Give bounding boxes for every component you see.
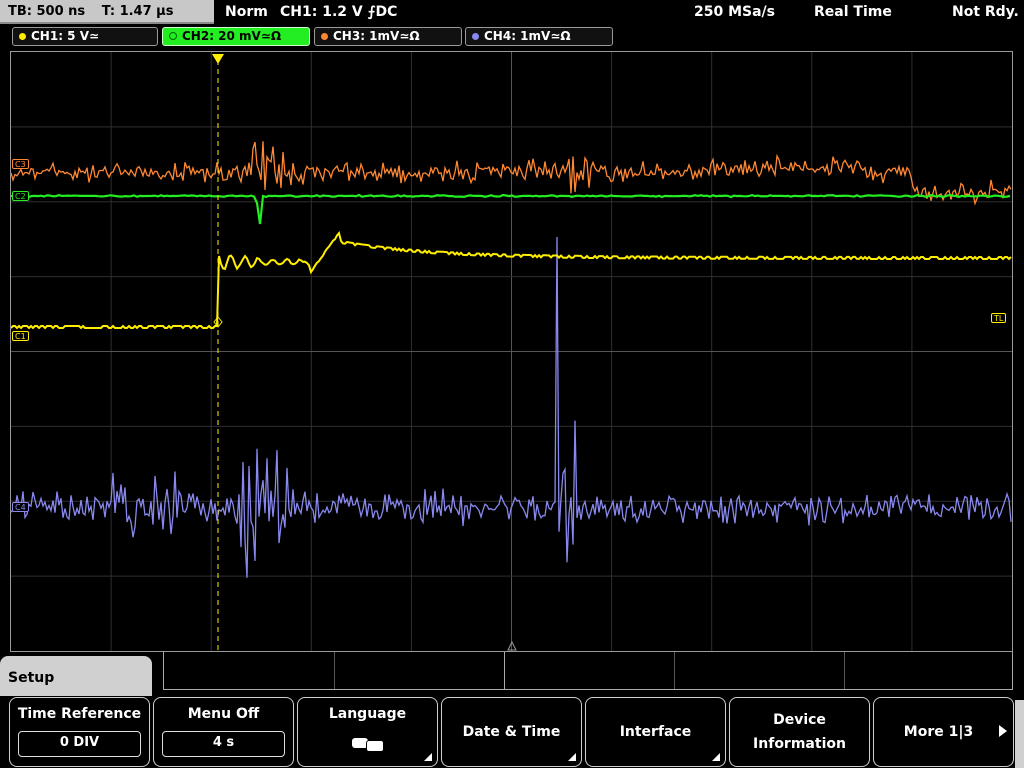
ch4-marker[interactable]: C4 (12, 502, 29, 512)
waveform-svg (11, 52, 1012, 651)
timebase-box[interactable]: TB: 500 ns T: 1.47 µs (0, 0, 214, 24)
grid (11, 52, 1012, 651)
channel-label: CH1: 5 V≃ (31, 29, 100, 43)
trigger-info[interactable]: CH1: 1.2 V ⨍DC (280, 0, 397, 24)
ch2-trace (11, 193, 1011, 225)
channel-label: CH4: 1mV≃Ω (484, 29, 571, 43)
softkey-label: Menu Off (187, 706, 260, 722)
channel-tab-ch3[interactable]: CH3: 1mV≃Ω (314, 27, 462, 46)
language-button[interactable]: Language (297, 697, 438, 767)
trigger-position: T: 1.47 µs (101, 4, 174, 19)
overview-tick (334, 652, 335, 689)
language-icon-wrap (298, 732, 437, 756)
ch1-marker[interactable]: C1 (12, 331, 29, 341)
softkey-label-line2: Information (753, 736, 846, 752)
softkey-label: Time Reference (17, 706, 142, 722)
submenu-corner-icon (424, 753, 432, 761)
overview-tick (844, 652, 845, 689)
device-information-button[interactable]: Device Information (729, 697, 870, 767)
ch4-dot-icon (472, 33, 479, 40)
overview-strip (163, 652, 1013, 690)
ch2-dot-icon (169, 32, 177, 40)
channel-tabs: CH1: 5 V≃ CH2: 20 mV≃Ω CH3: 1mV≃Ω CH4: 1… (0, 27, 1024, 47)
ch1-dot-icon (19, 33, 26, 40)
channel-label: CH3: 1mV≃Ω (333, 29, 420, 43)
overview-tick (674, 652, 675, 689)
acquisition-state: Not Rdy. (952, 4, 1019, 20)
channel-label: CH2: 20 mV≃Ω (182, 29, 282, 43)
trigger-marker-icon[interactable] (212, 54, 224, 64)
timebase-value: TB: 500 ns (8, 4, 86, 19)
time-reference-button[interactable]: Time Reference 0 DIV (9, 697, 150, 767)
menu-off-button[interactable]: Menu Off 4 s (153, 697, 294, 767)
softkey-label: Device (773, 712, 826, 728)
softkey-label: More 1|3 (903, 724, 974, 740)
channel-tab-ch4[interactable]: CH4: 1mV≃Ω (465, 27, 613, 46)
ch2-marker[interactable]: C2 (12, 191, 29, 201)
interface-button[interactable]: Interface (585, 697, 726, 767)
submenu-corner-icon (712, 753, 720, 761)
channel-tab-ch1[interactable]: CH1: 5 V≃ (12, 27, 158, 46)
trigger-mode[interactable]: Norm (225, 0, 268, 24)
ch3-marker[interactable]: C3 (12, 159, 29, 169)
status-bar: TB: 500 ns T: 1.47 µs Norm CH1: 1.2 V ⨍D… (0, 0, 1024, 24)
next-page-arrow-icon (999, 725, 1007, 737)
overview-tick (504, 652, 505, 689)
side-scroll-strip (1015, 700, 1024, 768)
date-time-button[interactable]: Date & Time (441, 697, 582, 767)
time-reference-value[interactable]: 0 DIV (18, 731, 141, 757)
sample-rate: 250 MSa/s (694, 4, 776, 20)
more-button[interactable]: More 1|3 (873, 697, 1014, 767)
menu-off-value[interactable]: 4 s (162, 731, 285, 757)
submenu-corner-icon (568, 753, 576, 761)
ch3-dot-icon (321, 33, 328, 40)
menu-title: Setup (0, 656, 152, 696)
waveform-display[interactable]: C3 C2 C1 C4 TL (10, 51, 1013, 652)
trigger-level-marker[interactable]: TL (991, 313, 1007, 323)
softkey-label: Language (328, 706, 407, 722)
softkey-label: Interface (619, 724, 692, 740)
acquisition-mode: Real Time (814, 4, 892, 20)
softkey-label: Date & Time (462, 724, 561, 740)
speech-bubbles-icon (351, 738, 384, 752)
channel-tab-ch2[interactable]: CH2: 20 mV≃Ω (162, 27, 310, 46)
